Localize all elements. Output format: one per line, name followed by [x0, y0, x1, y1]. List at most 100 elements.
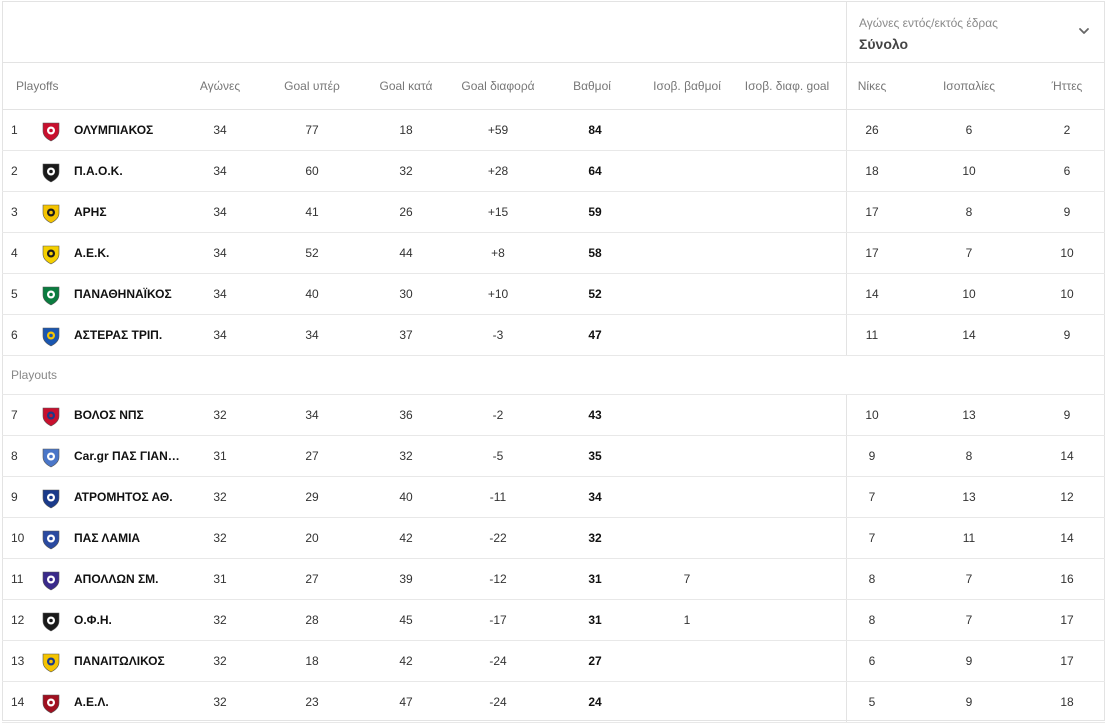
table-row[interactable]: 12 Ο.Φ.Η. 32 28 45 -17 31 1 8 7 17	[2, 600, 1105, 641]
goal-difference-cell: -12	[489, 572, 507, 586]
team-name-link[interactable]: ΑΤΡΟΜΗΤΟΣ ΑΘ.	[74, 477, 184, 517]
team-name-link[interactable]: Α.Ε.Κ.	[74, 233, 184, 273]
position-cell: 6	[11, 328, 18, 342]
header-goals-for[interactable]: Goal υπέρ	[272, 63, 352, 110]
header-goal-difference[interactable]: Goal διαφορά	[448, 63, 548, 110]
points-cell: 59	[588, 205, 602, 219]
tie-goal-difference-cell	[732, 233, 842, 273]
team-name-link[interactable]: ΑΣΤΕΡΑΣ ΤΡΙΠ.	[74, 315, 184, 355]
team-name-link[interactable]: Ο.Φ.Η.	[74, 600, 184, 640]
team-name-link[interactable]: ΟΛΥΜΠΙΑΚΟΣ	[74, 110, 184, 150]
table-row[interactable]: 10 ΠΑΣ ΛΑΜΙΑ 32 20 42 -22 32 7 11 14	[2, 518, 1105, 559]
tie-goal-difference-cell	[732, 110, 842, 150]
goal-difference-cell: -3	[492, 328, 504, 342]
losses-cell: 12	[1060, 490, 1074, 504]
tie-goal-difference-cell	[732, 192, 842, 232]
playouts-label: Playouts	[11, 368, 58, 382]
table-row[interactable]: 13 ΠΑΝΑΙΤΩΛΙΚΟΣ 32 18 42 -24 27 6 9 17	[2, 641, 1105, 682]
header-losses[interactable]: Ήττες	[1037, 63, 1097, 110]
losses-cell: 17	[1060, 654, 1074, 668]
table-row[interactable]: 11 ΑΠΟΛΛΩΝ ΣΜ. 31 27 39 -12 31 7 8 7 16	[2, 559, 1105, 600]
goals-for-cell: 27	[305, 449, 319, 463]
wins-cell: 5	[868, 695, 876, 709]
header-played[interactable]: Αγώνες	[180, 63, 260, 110]
goals-for-cell: 34	[305, 408, 319, 422]
paok-crest-icon	[42, 163, 60, 183]
team-name-link[interactable]: ΑΠΟΛΛΩΝ ΣΜ.	[74, 559, 184, 599]
goal-difference-cell: -17	[489, 613, 507, 627]
goals-for-cell: 40	[305, 287, 319, 301]
pas-giannina-crest-icon	[42, 448, 60, 468]
wins-cell: 17	[865, 246, 879, 260]
header-tie-points[interactable]: Ισοβ. βαθμοί	[632, 63, 742, 110]
header-draws[interactable]: Ισοπαλίες	[919, 63, 1019, 110]
table-row[interactable]: 7 ΒΟΛΟΣ ΝΠΣ 32 34 36 -2 43 10 13 9	[2, 395, 1105, 436]
chevron-down-icon[interactable]	[1077, 24, 1091, 38]
tie-points-cell	[632, 641, 742, 681]
table-row[interactable]: 5 ΠΑΝΑΘΗΝΑΪΚΟΣ 34 40 30 +10 52 14 10 10	[2, 274, 1105, 315]
position-cell: 2	[11, 164, 18, 178]
team-name-link[interactable]: ΠΑΝΑΙΤΩΛΙΚΟΣ	[74, 641, 184, 681]
venue-filter-dropdown[interactable]: Αγώνες εντός/εκτός έδρας Σύνολο	[859, 16, 1103, 56]
team-name-link[interactable]: ΠΑΣ ΛΑΜΙΑ	[74, 518, 184, 558]
draws-cell: 9	[965, 695, 973, 709]
wins-cell: 10	[865, 408, 879, 422]
ael-crest-icon	[42, 694, 60, 714]
header-wins[interactable]: Νίκες	[832, 63, 912, 110]
tie-points-cell	[632, 151, 742, 191]
column-divider	[846, 1, 847, 63]
goals-for-cell: 41	[305, 205, 319, 219]
points-cell: 31	[588, 572, 602, 586]
team-name-link[interactable]: Car.gr ΠΑΣ ΓΙΑΝΝΕΝΑ	[74, 436, 184, 476]
team-name-link[interactable]: Π.Α.Ο.Κ.	[74, 151, 184, 191]
wins-cell: 7	[868, 490, 876, 504]
wins-cell: 18	[865, 164, 879, 178]
position-cell: 10	[11, 531, 25, 545]
draws-cell: 9	[965, 654, 973, 668]
draws-cell: 7	[965, 613, 973, 627]
header-goals-against[interactable]: Goal κατά	[366, 63, 446, 110]
goals-for-cell: 60	[305, 164, 319, 178]
team-name-link[interactable]: ΠΑΝΑΘΗΝΑΪΚΟΣ	[74, 274, 184, 314]
table-row[interactable]: 6 ΑΣΤΕΡΑΣ ΤΡΙΠ. 34 34 37 -3 47 11 14 9	[2, 315, 1105, 356]
aris-crest-icon	[42, 204, 60, 224]
tie-points-cell	[632, 436, 742, 476]
goal-difference-cell: -11	[489, 490, 507, 504]
team-name-link[interactable]: ΑΡΗΣ	[74, 192, 184, 232]
points-cell: 52	[588, 287, 602, 301]
table-row[interactable]: 2 Π.Α.Ο.Κ. 34 60 32 +28 64 18 10 6	[2, 151, 1105, 192]
goals-against-cell: 42	[399, 531, 413, 545]
table-row[interactable]: 4 Α.Ε.Κ. 34 52 44 +8 58 17 7 10	[2, 233, 1105, 274]
tie-points-cell: 1	[683, 613, 691, 627]
position-cell: 13	[11, 654, 25, 668]
table-row[interactable]: 1 ΟΛΥΜΠΙΑΚΟΣ 34 77 18 +59 84 26 6 2	[2, 110, 1105, 151]
tie-goal-difference-cell	[732, 315, 842, 355]
losses-cell: 9	[1063, 205, 1071, 219]
table-row[interactable]: 3 ΑΡΗΣ 34 41 26 +15 59 17 8 9	[2, 192, 1105, 233]
team-name-link[interactable]: ΒΟΛΟΣ ΝΠΣ	[74, 395, 184, 435]
header-points[interactable]: Βαθμοί	[552, 63, 632, 110]
played-cell: 31	[213, 449, 227, 463]
wins-cell: 26	[865, 123, 879, 137]
goals-against-cell: 47	[399, 695, 413, 709]
venue-filter-caption: Αγώνες εντός/εκτός έδρας	[859, 16, 998, 30]
table-row[interactable]: 14 Α.Ε.Λ. 32 23 47 -24 24 5 9 18	[2, 682, 1105, 723]
points-cell: 43	[588, 408, 602, 422]
tie-points-cell	[632, 192, 742, 232]
goals-against-cell: 39	[399, 572, 413, 586]
draws-cell: 10	[962, 164, 976, 178]
team-name-link[interactable]: Α.Ε.Λ.	[74, 682, 184, 722]
filter-bar: Αγώνες εντός/εκτός έδρας Σύνολο	[2, 1, 1105, 63]
table-row[interactable]: 9 ΑΤΡΟΜΗΤΟΣ ΑΘ. 32 29 40 -11 34 7 13 12	[2, 477, 1105, 518]
aek-crest-icon	[42, 245, 60, 265]
goal-difference-cell: +15	[487, 205, 509, 219]
table-row[interactable]: 8 Car.gr ΠΑΣ ΓΙΑΝΝΕΝΑ 31 27 32 -5 35 9 8 14	[2, 436, 1105, 477]
goals-against-cell: 37	[399, 328, 413, 342]
panaitolikos-crest-icon	[42, 653, 60, 673]
played-cell: 34	[213, 287, 227, 301]
venue-filter-value: Σύνολο	[859, 36, 909, 52]
tie-points-cell	[632, 682, 742, 722]
goals-for-cell: 20	[305, 531, 319, 545]
header-tie-goal-difference[interactable]: Ισοβ. διαφ. goal	[732, 63, 842, 110]
tie-points-cell	[632, 395, 742, 435]
